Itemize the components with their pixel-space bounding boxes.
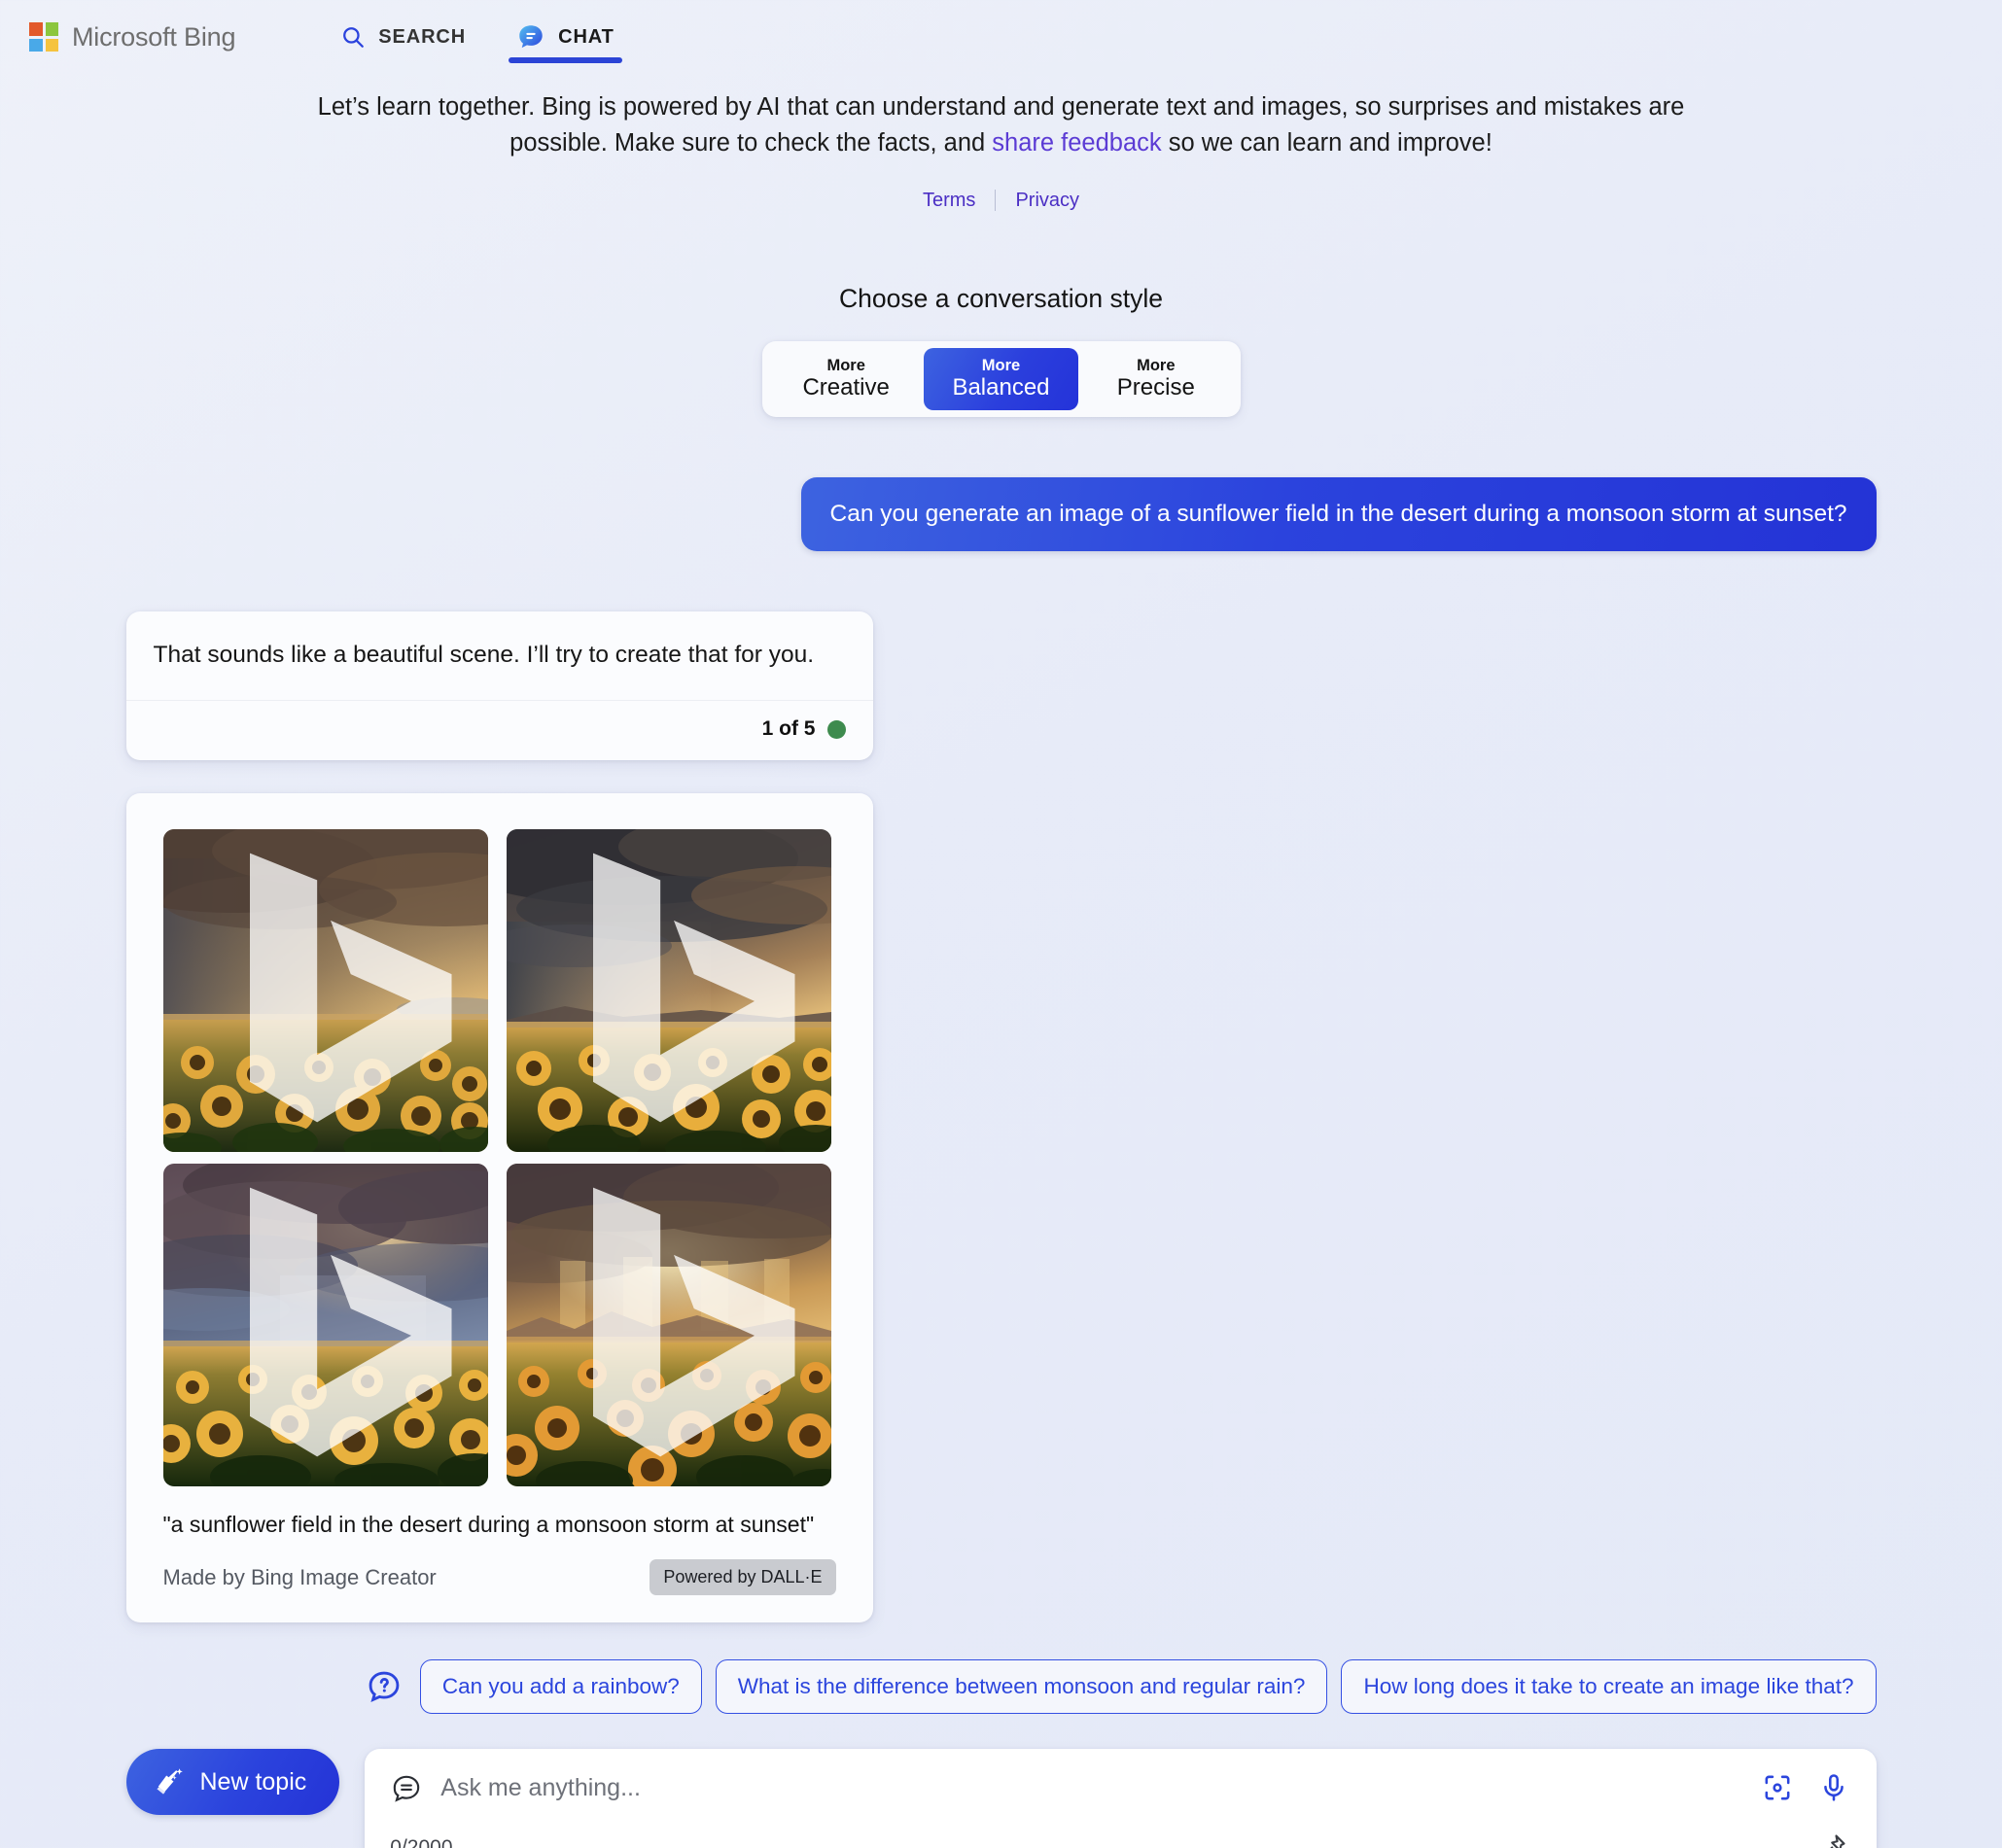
style-option-precise[interactable]: More Precise (1078, 348, 1233, 410)
disclaimer: Let’s learn together. Bing is powered by… (282, 89, 1721, 162)
image-card-row: "a sunflower field in the desert during … (125, 760, 1877, 1623)
brand-name: Microsoft Bing (72, 21, 236, 52)
bot-message-footer: 1 of 5 (125, 700, 873, 760)
disclaimer-text-after: so we can learn and improve! (1161, 129, 1493, 157)
app-header: Microsoft Bing SEARCH CHAT (0, 0, 2002, 74)
pin-icon[interactable] (1818, 1832, 1847, 1848)
style-picker-heading: Choose a conversation style (839, 283, 1163, 313)
conversation-style-switch: More Creative More Balanced More Precise (761, 340, 1241, 417)
generated-image-4[interactable] (507, 1164, 831, 1487)
generated-image-2[interactable] (507, 829, 831, 1153)
character-counter: 0/2000 (390, 1836, 453, 1848)
compose-bubble-icon (390, 1772, 423, 1805)
new-topic-button[interactable]: New topic (125, 1749, 340, 1816)
microphone-icon[interactable] (1818, 1772, 1849, 1803)
style-option-creative-small: More (826, 357, 865, 375)
bing-watermark-icon (249, 1187, 451, 1457)
suggestion-chip-1[interactable]: Can you add a rainbow? (419, 1659, 702, 1715)
legal-links: Terms Privacy (0, 190, 2002, 212)
style-option-balanced[interactable]: More Balanced (923, 347, 1079, 410)
style-option-precise-small: More (1137, 357, 1176, 375)
bot-message-text: That sounds like a beautiful scene. I’ll… (153, 641, 815, 668)
ask-input[interactable] (440, 1770, 1851, 1807)
composer-icon-group (1762, 1772, 1849, 1803)
style-option-creative[interactable]: More Creative (769, 348, 924, 410)
search-icon (340, 24, 366, 50)
bing-watermark-icon (249, 853, 451, 1123)
image-caption: "a sunflower field in the desert during … (162, 1512, 815, 1538)
broom-icon (154, 1766, 185, 1797)
question-bubble-icon (366, 1668, 406, 1705)
suggestion-chip-3[interactable]: How long does it take to create an image… (1341, 1659, 1877, 1715)
powered-by-badge: Powered by DALL·E (650, 1559, 836, 1596)
style-option-balanced-label: Balanced (952, 373, 1050, 401)
generated-image-1[interactable] (162, 829, 488, 1153)
tab-chat-label: CHAT (558, 25, 615, 48)
suggestion-row: Can you add a rainbow? What is the diffe… (126, 1659, 1877, 1715)
tab-search[interactable]: SEARCH (315, 0, 491, 74)
user-message-row: Can you generate an image of a sunflower… (126, 476, 1877, 551)
bot-message-card: That sounds like a beautiful scene. I’ll… (125, 610, 873, 761)
share-feedback-link[interactable]: share feedback (992, 129, 1161, 157)
composer-input-shell: 0/2000 (365, 1749, 1877, 1848)
image-card-meta: Made by Bing Image Creator Powered by DA… (162, 1559, 836, 1596)
composer-input-row (390, 1770, 1851, 1807)
user-message: Can you generate an image of a sunflower… (800, 476, 1877, 551)
new-topic-label: New topic (199, 1767, 307, 1796)
style-option-creative-label: Creative (802, 373, 890, 401)
status-dot (826, 719, 846, 739)
legal-divider (995, 190, 997, 212)
nav-tabs: SEARCH CHAT (315, 0, 640, 74)
style-option-balanced-small: More (981, 357, 1021, 375)
composer-row: New topic Ask me anything... 0/2000 (125, 1749, 1877, 1848)
made-by-label: Made by Bing Image Creator (162, 1564, 437, 1589)
conversation: Can you generate an image of a sunflower… (125, 417, 1877, 1623)
turn-counter: 1 of 5 (761, 717, 816, 741)
generated-image-grid (162, 829, 836, 1487)
bot-message-row: That sounds like a beautiful scene. I’ll… (125, 551, 1877, 761)
bing-watermark-icon (593, 853, 795, 1123)
bing-watermark-icon (593, 1187, 795, 1457)
tab-search-label: SEARCH (378, 25, 467, 48)
suggestion-chip-2[interactable]: What is the difference between monsoon a… (715, 1659, 1328, 1715)
generated-image-card: "a sunflower field in the desert during … (125, 793, 873, 1623)
brand: Microsoft Bing (29, 22, 235, 52)
generated-image-3[interactable] (162, 1164, 488, 1487)
terms-link[interactable]: Terms (923, 190, 975, 212)
microsoft-logo-icon (29, 22, 58, 52)
visual-search-icon[interactable] (1762, 1772, 1793, 1803)
style-option-precise-label: Precise (1116, 373, 1195, 401)
privacy-link[interactable]: Privacy (1015, 190, 1079, 212)
tab-chat[interactable]: CHAT (491, 0, 640, 74)
chat-bubble-icon (516, 22, 545, 52)
